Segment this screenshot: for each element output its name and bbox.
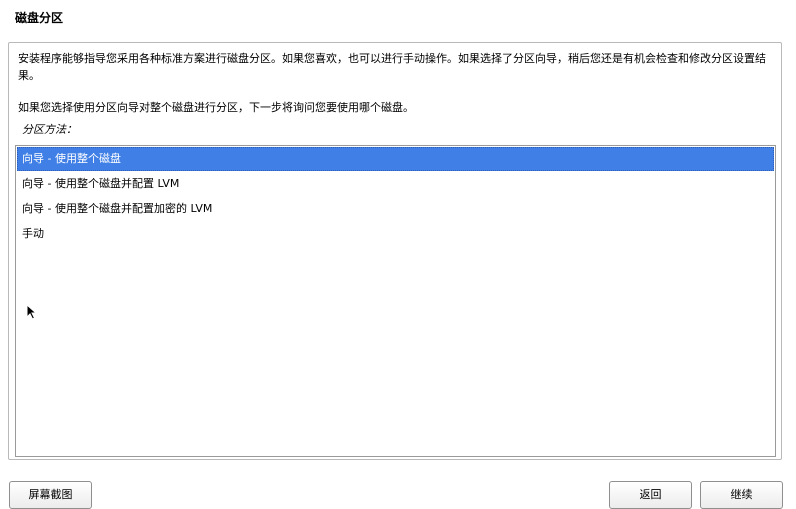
partition-method-label: 分区方法： (22, 123, 77, 136)
partition-method-guided-entire-disk[interactable]: 向导 - 使用整个磁盘 (17, 147, 774, 171)
page-title: 磁盘分区 (15, 11, 64, 25)
partition-method-guided-lvm[interactable]: 向导 - 使用整个磁盘并配置 LVM (17, 172, 774, 196)
intro-text: 安装程序能够指导您采用各种标准方案进行磁盘分区。如果您喜欢，也可以进行手动操作。… (18, 52, 766, 82)
content-frame: 安装程序能够指导您采用各种标准方案进行磁盘分区。如果您喜欢，也可以进行手动操作。… (8, 42, 782, 460)
partition-method-guided-encrypted-lvm[interactable]: 向导 - 使用整个磁盘并配置加密的 LVM (17, 197, 774, 221)
screenshot-button[interactable]: 屏幕截图 (9, 481, 92, 509)
mouse-pointer-icon (26, 304, 38, 320)
continue-button[interactable]: 继续 (700, 481, 783, 509)
partition-method-list[interactable]: 向导 - 使用整个磁盘 向导 - 使用整个磁盘并配置 LVM 向导 - 使用整个… (15, 145, 776, 457)
back-button[interactable]: 返回 (609, 481, 692, 509)
question-text: 如果您选择使用分区向导对整个磁盘进行分区，下一步将询问您要使用哪个磁盘。 (18, 101, 414, 114)
partition-method-manual[interactable]: 手动 (17, 222, 774, 246)
